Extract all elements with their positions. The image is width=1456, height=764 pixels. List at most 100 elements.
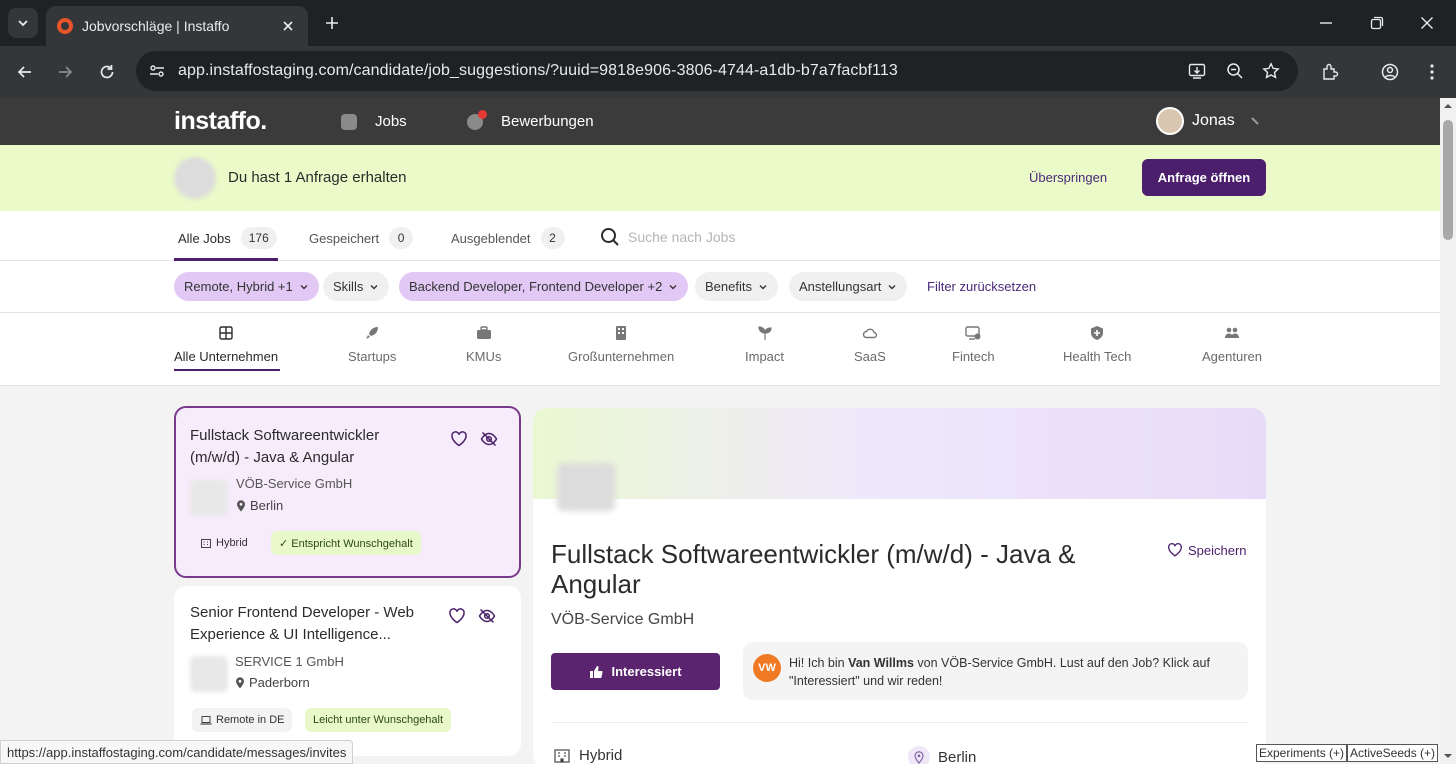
company-name: SERVICE 1 GmbH: [235, 654, 344, 669]
filter-label: Backend Developer, Frontend Developer +2: [409, 279, 663, 294]
category-fintech[interactable]: Fintech: [952, 325, 995, 364]
category-agencies[interactable]: Agenturen: [1202, 325, 1262, 364]
job-card[interactable]: Fullstack Softwareentwickler (m/w/d) - J…: [174, 406, 521, 578]
category-saas[interactable]: SaaS: [854, 325, 886, 364]
nav-applications[interactable]: Bewerbungen: [467, 109, 594, 130]
filter-label: Remote, Hybrid +1: [184, 279, 293, 294]
zoom-icon[interactable]: [1224, 60, 1246, 82]
tab-saved[interactable]: Gespeichert 0: [309, 227, 414, 249]
scroll-down-icon[interactable]: [1440, 750, 1456, 762]
tab-hidden[interactable]: Ausgeblendet 2: [451, 227, 565, 249]
site-settings-icon[interactable]: [146, 60, 168, 82]
skip-button[interactable]: Überspringen: [1029, 170, 1107, 185]
sprout-icon: [757, 326, 772, 340]
category-startups[interactable]: Startups: [348, 325, 396, 364]
filter-roles[interactable]: Backend Developer, Frontend Developer +2: [399, 272, 689, 301]
install-app-icon[interactable]: [1186, 60, 1208, 82]
plus-icon: [326, 17, 338, 29]
detail-hero: [533, 408, 1266, 499]
extensions-icon[interactable]: [1318, 60, 1342, 84]
location-pin-icon: [236, 676, 244, 688]
tab-title: Jobvorschläge | Instaffo: [82, 18, 230, 34]
hide-icon[interactable]: [480, 430, 498, 448]
forward-button[interactable]: [52, 59, 78, 85]
company-name: VÖB-Service GmbH: [236, 476, 353, 491]
user-menu[interactable]: Jonas: [1156, 107, 1261, 135]
close-window-button[interactable]: [1416, 12, 1438, 34]
location-info: Berlin: [908, 746, 976, 764]
location-label: Berlin: [250, 498, 284, 513]
filter-skills[interactable]: Skills: [323, 272, 390, 301]
arrow-right-icon: [59, 66, 73, 78]
company-logo: [190, 656, 228, 692]
location-label: Berlin: [938, 748, 977, 764]
chevron-down-icon: [669, 284, 677, 289]
tag-label: Remote in DE: [216, 714, 285, 726]
category-impact[interactable]: Impact: [745, 325, 784, 364]
recruiter-name: Van Willms: [848, 656, 914, 670]
active-seeds-toggle[interactable]: ActiveSeeds (+): [1347, 744, 1439, 762]
filter-benefits[interactable]: Benefits: [695, 272, 778, 301]
app-navbar: instaffo. Jobs Bewerbungen Jonas: [0, 98, 1440, 145]
category-all[interactable]: Alle Unternehmen: [174, 325, 278, 364]
link-status-bar: https://app.instaffostaging.com/candidat…: [0, 740, 354, 764]
category-smes[interactable]: KMUs: [466, 325, 501, 364]
company-avatar: [174, 157, 216, 199]
tab-search-button[interactable]: [8, 8, 38, 38]
filter-employment-type[interactable]: Anstellungsart: [789, 272, 908, 301]
reset-filters-link[interactable]: Filter zurücksetzen: [927, 279, 1036, 294]
list-icon: [341, 113, 357, 130]
category-label: KMUs: [466, 349, 502, 364]
category-enterprises[interactable]: Großunternehmen: [568, 325, 674, 364]
hide-icon[interactable]: [478, 607, 496, 625]
back-button[interactable]: [12, 59, 38, 85]
filter-label: Anstellungsart: [799, 279, 882, 294]
category-health-tech[interactable]: Health Tech: [1063, 325, 1131, 364]
category-label: Agenturen: [1202, 349, 1262, 364]
detail-job-title: Fullstack Softwareentwickler (m/w/d) - J…: [551, 539, 1076, 599]
instaffo-logo[interactable]: instaffo.: [174, 107, 267, 136]
heart-icon[interactable]: [450, 430, 468, 448]
health-icon: [1091, 326, 1104, 340]
profile-icon[interactable]: [1378, 60, 1402, 84]
work-mode-tag: Hybrid: [192, 531, 256, 555]
restore-button[interactable]: [1366, 12, 1388, 34]
count-badge: 0: [389, 227, 414, 249]
address-bar[interactable]: app.instaffostaging.com/candidate/job_su…: [136, 51, 1298, 91]
minimize-button[interactable]: [1315, 12, 1337, 34]
filter-work-mode[interactable]: Remote, Hybrid +1: [174, 272, 319, 301]
count-badge: 176: [240, 227, 277, 249]
page-scrollbar[interactable]: [1440, 98, 1456, 764]
save-job-button[interactable]: Speichern: [1167, 542, 1247, 558]
arrow-left-icon: [17, 66, 31, 78]
heart-icon[interactable]: [448, 607, 466, 625]
new-tab-button[interactable]: [320, 11, 344, 35]
filter-label: Benefits: [705, 279, 752, 294]
job-search[interactable]: Suche nach Jobs: [600, 227, 735, 247]
recruiter-avatar: VW: [753, 654, 781, 682]
chevron-down-icon: [1250, 117, 1259, 125]
salary-match-tag: Leicht unter Wunschgehalt: [305, 708, 452, 732]
scroll-up-icon[interactable]: [1440, 100, 1456, 112]
category-label: Impact: [745, 349, 785, 364]
detail-company-name: VÖB-Service GmbH: [551, 611, 695, 628]
chevron-down-icon: [759, 284, 767, 289]
open-request-button[interactable]: Anfrage öffnen: [1142, 159, 1266, 196]
experiments-toggle[interactable]: Experiments (+): [1256, 744, 1348, 762]
chevron-down-icon: [300, 284, 308, 289]
tab-all-jobs[interactable]: Alle Jobs 176: [178, 227, 277, 249]
job-location: Berlin: [236, 498, 283, 513]
interested-button[interactable]: Interessiert: [551, 653, 720, 690]
company-logo: [557, 463, 615, 511]
nav-jobs[interactable]: Jobs: [341, 113, 407, 130]
tab-close-icon[interactable]: [278, 16, 298, 36]
browser-menu-icon[interactable]: [1420, 60, 1444, 84]
reload-button[interactable]: [94, 59, 120, 85]
search-input[interactable]: Suche nach Jobs: [628, 229, 735, 245]
scroll-thumb[interactable]: [1443, 120, 1453, 240]
browser-toolbar: app.instaffostaging.com/candidate/job_su…: [0, 46, 1456, 98]
job-card[interactable]: Senior Frontend Developer - Web Experien…: [174, 586, 521, 756]
bookmark-star-icon[interactable]: [1260, 60, 1282, 82]
divider: [551, 722, 1248, 723]
browser-tab[interactable]: Jobvorschläge | Instaffo: [46, 6, 308, 46]
